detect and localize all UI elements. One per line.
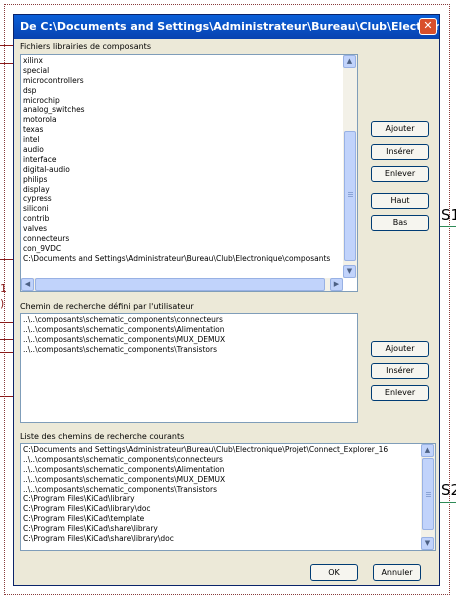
- cancel-button[interactable]: Annuler: [373, 564, 421, 581]
- list-item[interactable]: cypress: [23, 194, 342, 204]
- list-item[interactable]: C:\Program Files\KiCad\library\doc: [23, 504, 420, 514]
- schematic-label-s2: S2: [441, 481, 456, 499]
- libraries-add-button[interactable]: Ajouter: [371, 121, 429, 137]
- current-paths-vertical-scrollbar[interactable]: ▲ ▼: [421, 444, 435, 550]
- list-item[interactable]: C:\Program Files\KiCad\template: [23, 514, 420, 524]
- scroll-up-icon[interactable]: ▲: [421, 444, 434, 457]
- current-paths-list: C:\Documents and Settings\Administrateur…: [23, 445, 420, 544]
- scroll-right-icon[interactable]: ▶: [330, 278, 343, 291]
- scroll-down-icon[interactable]: ▼: [343, 265, 356, 278]
- list-item[interactable]: dsp: [23, 86, 342, 96]
- libraries-horizontal-scrollbar[interactable]: ◀ ▶: [21, 278, 343, 291]
- libraries-label: Fichiers librairies de composants: [20, 42, 151, 51]
- list-item[interactable]: con_9VDC: [23, 244, 342, 254]
- close-icon[interactable]: ✕: [419, 18, 437, 35]
- schematic-wire: [0, 339, 14, 340]
- list-item[interactable]: C:\Documents and Settings\Administrateur…: [23, 254, 342, 264]
- scrollbar-thumb[interactable]: [35, 278, 325, 291]
- libraries-listbox[interactable]: xilinx special microcontrollers dsp microchi…: [20, 54, 358, 292]
- list-item[interactable]: digital-audio: [23, 165, 342, 175]
- list-item[interactable]: C:\Program Files\KiCad\share\library: [23, 524, 420, 534]
- scroll-down-icon[interactable]: ▼: [421, 537, 434, 550]
- library-settings-dialog: De C:\Documents and Settings\Administrat…: [13, 14, 440, 586]
- current-paths-listbox[interactable]: C:\Documents and Settings\Administrateur…: [20, 443, 436, 551]
- user-paths-insert-button[interactable]: Insérer: [371, 363, 429, 379]
- list-item[interactable]: motorola: [23, 115, 342, 125]
- scroll-left-icon[interactable]: ◀: [21, 278, 34, 291]
- scrollbar-thumb[interactable]: [422, 458, 434, 530]
- scroll-up-icon[interactable]: ▲: [343, 55, 356, 68]
- list-item[interactable]: ..\..\composants\schematic_components\Al…: [23, 325, 342, 335]
- schematic-fragment: 1: [0, 282, 7, 295]
- list-item[interactable]: ..\..\composants\schematic_components\Tr…: [23, 485, 420, 495]
- list-item[interactable]: audio: [23, 145, 342, 155]
- libraries-remove-button[interactable]: Enlever: [371, 166, 429, 182]
- list-item[interactable]: ..\..\composants\schematic_components\MU…: [23, 475, 420, 485]
- list-item[interactable]: ..\..\composants\schematic_components\co…: [23, 455, 420, 465]
- list-item[interactable]: microchip: [23, 96, 342, 106]
- list-item[interactable]: microcontrollers: [23, 76, 342, 86]
- dialog-titlebar[interactable]: De C:\Documents and Settings\Administrat…: [14, 15, 439, 39]
- list-item[interactable]: display: [23, 185, 342, 195]
- list-item[interactable]: C:\Program Files\KiCad\library: [23, 494, 420, 504]
- list-item[interactable]: ..\..\composants\schematic_components\Tr…: [23, 345, 342, 355]
- list-item[interactable]: ..\..\composants\schematic_components\Al…: [23, 465, 420, 475]
- libraries-vertical-scrollbar[interactable]: ▲ ▼: [343, 55, 357, 278]
- user-paths-add-button[interactable]: Ajouter: [371, 341, 429, 357]
- list-item[interactable]: intel: [23, 135, 342, 145]
- list-item[interactable]: ..\..\composants\schematic_components\MU…: [23, 335, 342, 345]
- libraries-insert-button[interactable]: Insérer: [371, 144, 429, 160]
- list-item[interactable]: valves: [23, 224, 342, 234]
- move-up-button[interactable]: Haut: [371, 193, 429, 209]
- list-item[interactable]: analog_switches: [23, 105, 342, 115]
- user-paths-remove-button[interactable]: Enlever: [371, 385, 429, 401]
- schematic-label-s1: S1: [441, 206, 456, 224]
- list-item[interactable]: interface: [23, 155, 342, 165]
- schematic-wire: [0, 396, 14, 397]
- list-item[interactable]: siliconi: [23, 204, 342, 214]
- current-paths-label: Liste des chemins de recherche courants: [20, 432, 185, 441]
- list-item[interactable]: philips: [23, 175, 342, 185]
- schematic-wire-green: [440, 226, 456, 227]
- schematic-wire: [0, 322, 14, 323]
- schematic-wire: [0, 352, 14, 353]
- ok-button[interactable]: OK: [310, 564, 358, 581]
- list-item[interactable]: connecteurs: [23, 234, 342, 244]
- list-item[interactable]: contrib: [23, 214, 342, 224]
- user-paths-listbox[interactable]: ..\..\composants\schematic_components\co…: [20, 313, 358, 423]
- schematic-fragment: ): [0, 297, 5, 310]
- user-paths-label: Chemin de recherche défini par l'utilisa…: [20, 302, 194, 311]
- list-item[interactable]: texas: [23, 125, 342, 135]
- list-item[interactable]: C:\Program Files\KiCad\share\library\doc: [23, 534, 420, 544]
- list-item[interactable]: C:\Documents and Settings\Administrateur…: [23, 445, 420, 455]
- scrollbar-thumb[interactable]: [344, 131, 356, 261]
- user-paths-list: ..\..\composants\schematic_components\co…: [23, 315, 342, 355]
- list-item[interactable]: xilinx: [23, 56, 342, 66]
- schematic-wire: [0, 259, 14, 260]
- dialog-title: De C:\Documents and Settings\Administrat…: [20, 20, 439, 33]
- move-down-button[interactable]: Bas: [371, 215, 429, 231]
- schematic-wire-green: [440, 502, 456, 503]
- schematic-wire: [0, 63, 14, 64]
- list-item[interactable]: special: [23, 66, 342, 76]
- list-item[interactable]: ..\..\composants\schematic_components\co…: [23, 315, 342, 325]
- libraries-list: xilinx special microcontrollers dsp microchi…: [23, 56, 342, 278]
- schematic-wire: [0, 45, 14, 46]
